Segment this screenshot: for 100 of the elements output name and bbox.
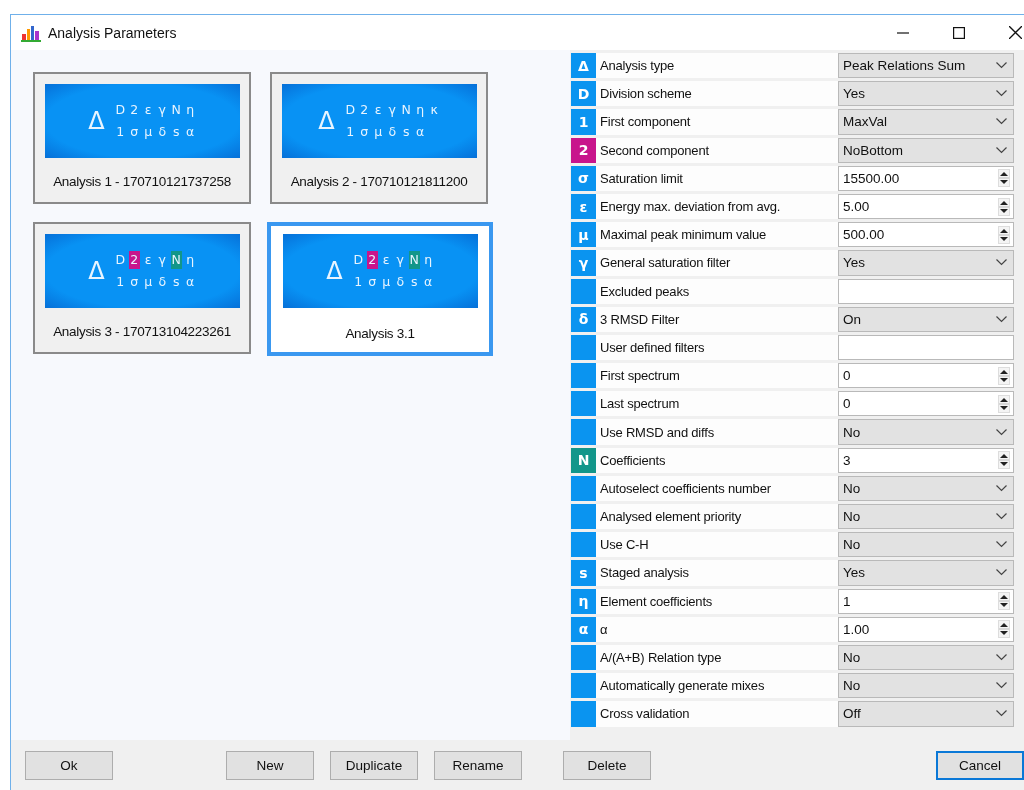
dropdown[interactable]: On	[838, 306, 1014, 332]
analysis-card[interactable]: Δ D 2 ε γ N η 1 σ μ δ s α Analysis 1 - 170710121737258	[33, 72, 251, 204]
parameter-label: Coefficients	[596, 447, 838, 473]
parameter-badge: η	[571, 588, 596, 614]
dropdown[interactable]: Off	[838, 701, 1014, 727]
number-field[interactable]: 3	[838, 447, 1014, 473]
symbol: γ	[395, 251, 405, 269]
symbol: 2	[359, 101, 370, 119]
symbol: 1	[115, 273, 126, 291]
dialog-button[interactable]: Delete	[563, 750, 651, 780]
dropdown[interactable]: Yes	[838, 560, 1014, 586]
parameter-label: First spectrum	[596, 363, 838, 389]
delta-symbol: Δ	[88, 107, 105, 135]
dropdown[interactable]: NoBottom	[838, 137, 1014, 163]
spinner-icon[interactable]	[998, 366, 1010, 385]
symbol: N	[170, 101, 182, 119]
input-field[interactable]	[838, 334, 1014, 361]
spinner-icon[interactable]	[998, 197, 1010, 216]
dialog-button[interactable]: Rename	[434, 750, 522, 780]
number-field[interactable]: 0	[838, 391, 1014, 417]
dropdown[interactable]: No	[838, 532, 1014, 558]
number-field[interactable]: 1.00	[838, 616, 1014, 642]
symbol: γ	[157, 101, 167, 119]
highlighted-symbol: N	[170, 251, 182, 269]
chevron-down-icon	[996, 541, 1007, 549]
parameter-label: α	[596, 616, 838, 642]
spinner-icon[interactable]	[998, 592, 1010, 611]
symbol: α	[185, 123, 196, 141]
symbol: η	[415, 101, 426, 119]
symbol: N	[400, 101, 412, 119]
number-field[interactable]: 500.00	[838, 222, 1014, 248]
number-field[interactable]: 0	[838, 363, 1014, 389]
parameter-badge: α	[571, 616, 596, 642]
spinner-icon[interactable]	[998, 169, 1010, 188]
symbol: η	[185, 251, 196, 269]
symbol: σ	[129, 123, 140, 141]
dropdown[interactable]: Yes	[838, 250, 1014, 276]
symbol: 2	[129, 101, 140, 119]
app-icon	[21, 23, 41, 42]
dialog-button[interactable]: Cancel	[936, 750, 1024, 780]
dialog-button[interactable]: New	[226, 750, 314, 780]
symbol: s	[409, 273, 419, 291]
symbol: s	[171, 123, 181, 141]
parameter-label: Autoselect coefficients number	[596, 475, 838, 501]
symbol: D	[344, 101, 356, 119]
chevron-down-icon	[996, 118, 1007, 126]
parameter-label: Use RMSD and diffs	[596, 419, 838, 445]
dropdown[interactable]: MaxVal	[838, 109, 1014, 135]
dropdown[interactable]: No	[838, 504, 1014, 530]
parameter-label: User defined filters	[596, 334, 838, 361]
spinner-icon[interactable]	[998, 225, 1010, 244]
number-field[interactable]: 15500.00	[838, 165, 1014, 191]
chevron-down-icon	[996, 484, 1007, 492]
parameter-label: Second component	[596, 137, 838, 163]
spinner-icon[interactable]	[998, 620, 1010, 639]
parameter-label: Analysed element priority	[596, 504, 838, 530]
parameter-badge: σ	[571, 165, 596, 191]
parameter-label: Element coefficients	[596, 588, 838, 614]
spinner-icon[interactable]	[998, 451, 1010, 470]
dropdown[interactable]: No	[838, 673, 1014, 699]
parameter-label: A/(A+B) Relation type	[596, 644, 838, 671]
symbol: ε	[143, 101, 153, 119]
symbol: σ	[359, 123, 370, 141]
parameter-badge: N	[571, 447, 596, 473]
dropdown[interactable]: No	[838, 419, 1014, 445]
symbol: γ	[387, 101, 397, 119]
number-field[interactable]: 5.00	[838, 193, 1014, 220]
parameter-label: Saturation limit	[596, 165, 838, 191]
spinner-icon[interactable]	[998, 394, 1010, 413]
dialog-button[interactable]: Ok	[25, 750, 113, 780]
symbol: γ	[157, 251, 167, 269]
analysis-card[interactable]: Δ D 2 ε γ N η 1 σ μ δ s α Analysis 3.1	[267, 222, 493, 356]
dialog-button[interactable]: Duplicate	[330, 750, 418, 780]
highlighted-symbol: N	[408, 251, 420, 269]
parameter-badge: γ	[571, 250, 596, 276]
chevron-down-icon	[996, 569, 1007, 577]
dropdown[interactable]: Yes	[838, 81, 1014, 107]
chevron-down-icon	[996, 654, 1007, 662]
parameter-label: Division scheme	[596, 81, 838, 107]
number-field[interactable]: 1	[838, 588, 1014, 614]
close-icon[interactable]	[1009, 26, 1022, 39]
analysis-card[interactable]: Δ D 2 ε γ N η 1 σ μ δ s α Analysis 3 - 170713104223261	[33, 222, 251, 354]
symbol: η	[185, 101, 196, 119]
chevron-down-icon	[996, 428, 1007, 436]
analysis-label: Analysis 3.1	[345, 326, 415, 341]
symbol: ε	[143, 251, 153, 269]
highlighted-symbol: 2	[128, 251, 140, 269]
symbol: s	[401, 123, 411, 141]
dropdown[interactable]: No	[838, 475, 1014, 501]
symbol: D	[114, 101, 126, 119]
maximize-icon[interactable]	[953, 26, 965, 39]
parameter-badge: 1	[571, 109, 596, 135]
dropdown[interactable]: No	[838, 644, 1014, 671]
parameter-badge: ε	[571, 193, 596, 220]
input-field[interactable]	[838, 278, 1014, 304]
dropdown[interactable]: Peak Relations Sum	[838, 53, 1014, 79]
parameter-badge: 2	[571, 137, 596, 163]
symbol: κ	[429, 101, 439, 119]
analysis-label: Analysis 3 - 170713104223261	[53, 324, 231, 339]
analysis-card[interactable]: Δ D 2 ε γ N η κ 1 σ μ δ s α Analysis 2 - 170710121811200	[270, 72, 488, 204]
